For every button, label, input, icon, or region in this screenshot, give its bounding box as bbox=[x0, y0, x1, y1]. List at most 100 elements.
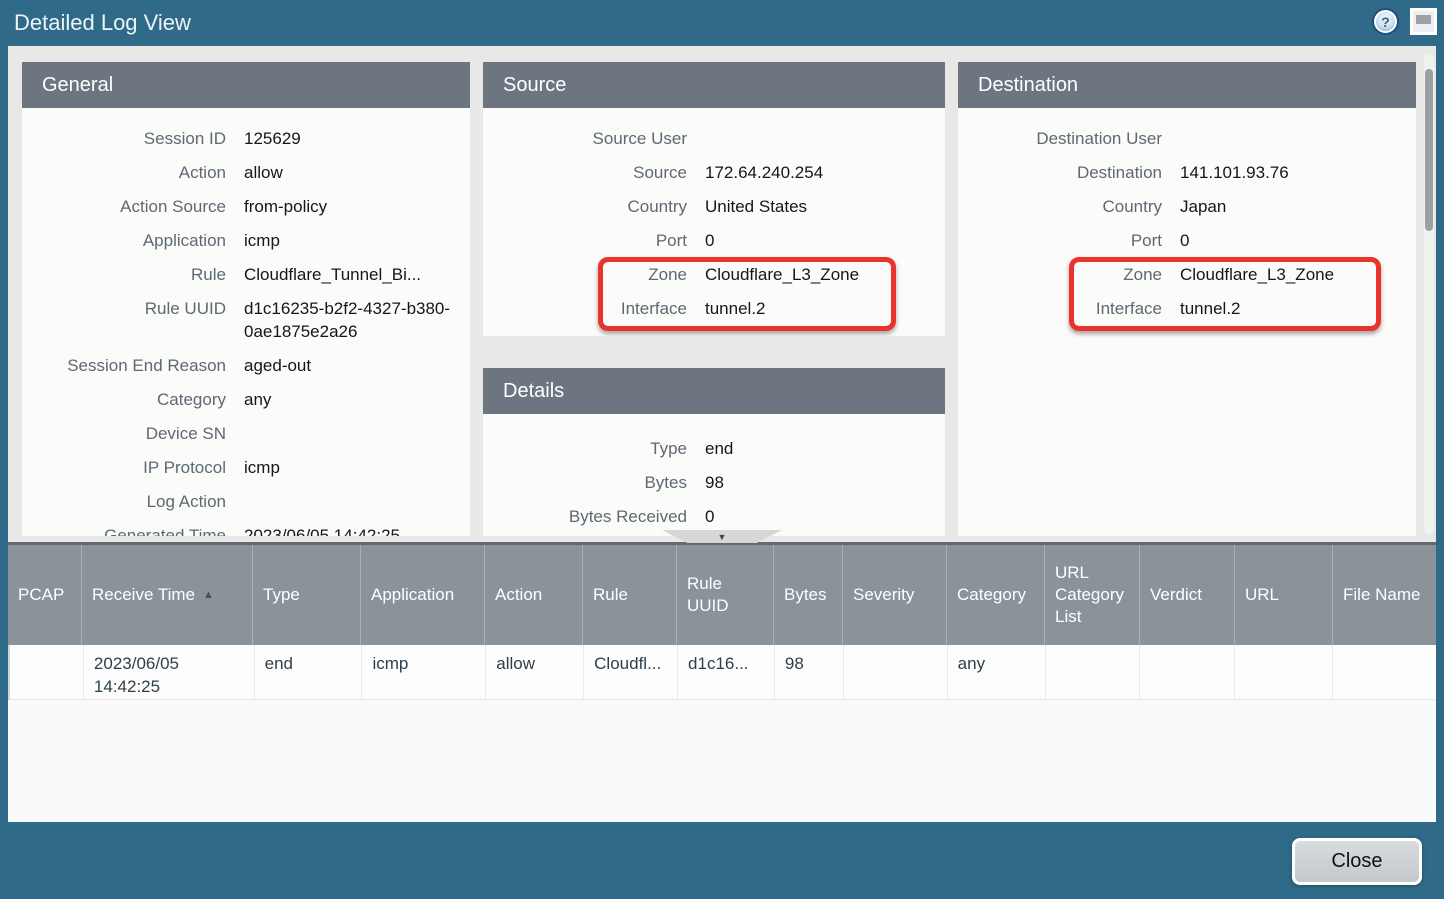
field-row: Country United States bbox=[483, 189, 945, 223]
panels-scrollbar-thumb[interactable] bbox=[1425, 69, 1433, 231]
column-header-type[interactable]: Type bbox=[252, 545, 360, 645]
cell-receive-time: 2023/06/05 14:42:25 bbox=[83, 645, 254, 699]
source-panel-body: Source User Source172.64.240.254 Country… bbox=[483, 108, 945, 325]
field-label: Country bbox=[483, 195, 687, 218]
field-value: Cloudflare_L3_Zone bbox=[1180, 263, 1416, 286]
field-value: Cloudflare_L3_Zone bbox=[705, 263, 945, 286]
sort-asc-icon: ▲ bbox=[203, 584, 214, 606]
column-header-file-name[interactable]: File Name bbox=[1332, 545, 1436, 645]
field-label: Interface bbox=[958, 297, 1162, 320]
field-row: Rule UUIDd1c16235-b2f2-4327-b380-0ae1875… bbox=[22, 291, 470, 348]
field-row: Session ID 125629 bbox=[22, 121, 470, 155]
column-header-action[interactable]: Action bbox=[484, 545, 582, 645]
field-value: 125629 bbox=[244, 127, 470, 150]
field-row: Port0 bbox=[958, 223, 1416, 257]
field-row: Log Action bbox=[22, 484, 470, 518]
column-header-pcap[interactable]: PCAP bbox=[8, 545, 81, 645]
column-header-rule[interactable]: Rule bbox=[582, 545, 676, 645]
column-header-verdict[interactable]: Verdict bbox=[1139, 545, 1234, 645]
field-label: Destination bbox=[958, 161, 1162, 184]
field-value: from-policy bbox=[244, 195, 470, 218]
field-value bbox=[705, 127, 945, 150]
cell-rule-uuid: d1c16... bbox=[677, 645, 774, 699]
field-label: Session End Reason bbox=[22, 354, 226, 377]
field-label: Country bbox=[958, 195, 1162, 218]
field-label: Rule bbox=[22, 263, 226, 286]
column-header-bytes[interactable]: Bytes bbox=[773, 545, 842, 645]
field-value: 0 bbox=[705, 229, 945, 252]
field-value bbox=[244, 422, 470, 445]
field-row: Bytes98 bbox=[483, 465, 945, 499]
field-value: icmp bbox=[244, 456, 470, 479]
field-value: 172.64.240.254 bbox=[705, 161, 945, 184]
field-row: Port 0 bbox=[483, 223, 945, 257]
cell-pcap bbox=[10, 645, 83, 699]
field-value: Cloudflare_Tunnel_Bi... bbox=[244, 263, 470, 286]
column-header-receive-time[interactable]: Receive Time▲ bbox=[81, 545, 252, 645]
field-row: Categoryany bbox=[22, 382, 470, 416]
field-row: Destination User bbox=[958, 121, 1416, 155]
field-label: Device SN bbox=[22, 422, 226, 445]
field-label: Session ID bbox=[22, 127, 226, 150]
general-panel: General Session ID125629 Actionallow Act… bbox=[22, 62, 470, 536]
field-label: Port bbox=[483, 229, 687, 252]
field-value: 0 bbox=[705, 505, 945, 528]
field-value: icmp bbox=[244, 229, 470, 252]
cell-rule: Cloudfl... bbox=[583, 645, 677, 699]
source-panel: Source Source User Source172.64.240.254 … bbox=[483, 62, 945, 336]
field-row: Source172.64.240.254 bbox=[483, 155, 945, 189]
panels-scrollbar[interactable] bbox=[1424, 54, 1434, 534]
field-row: Session End Reasonaged-out bbox=[22, 348, 470, 382]
field-label: Zone bbox=[483, 263, 687, 286]
cell-file-name bbox=[1332, 645, 1436, 699]
column-header-url[interactable]: URL bbox=[1234, 545, 1332, 645]
destination-panel-body: Destination User Destination 141.101.93.7… bbox=[958, 108, 1416, 325]
field-value: United States bbox=[705, 195, 945, 218]
cell-url bbox=[1234, 645, 1332, 699]
field-value: tunnel.2 bbox=[1180, 297, 1416, 320]
log-table: PCAP Receive Time▲ Type Application Acti… bbox=[8, 542, 1436, 822]
field-value: 141.101.93.76 bbox=[1180, 161, 1416, 184]
log-table-header: PCAP Receive Time▲ Type Application Acti… bbox=[8, 545, 1436, 645]
field-value: allow bbox=[244, 161, 470, 184]
chevron-down-icon: ▼ bbox=[718, 532, 727, 542]
log-table-row[interactable]: 2023/06/05 14:42:25 end icmp allow Cloud… bbox=[10, 645, 1436, 700]
field-label: Bytes Received bbox=[483, 505, 687, 528]
details-panel-body: Typeend Bytes98 Bytes Received 0 bbox=[483, 414, 945, 533]
column-header-severity[interactable]: Severity bbox=[842, 545, 946, 645]
field-row: Action Sourcefrom-policy bbox=[22, 189, 470, 223]
dialog-title: Detailed Log View bbox=[14, 0, 191, 46]
field-label: Category bbox=[22, 388, 226, 411]
field-label: Source User bbox=[483, 127, 687, 150]
field-value: tunnel.2 bbox=[705, 297, 945, 320]
cell-verdict bbox=[1139, 645, 1234, 699]
column-header-application[interactable]: Application bbox=[360, 545, 484, 645]
help-icon[interactable]: ? bbox=[1372, 8, 1399, 35]
help-icon-glyph: ? bbox=[1374, 10, 1397, 33]
column-header-rule-uuid[interactable]: Rule UUID bbox=[676, 545, 773, 645]
field-value: Japan bbox=[1180, 195, 1416, 218]
window-restore-icon[interactable] bbox=[1410, 8, 1437, 35]
field-row: Zone Cloudflare_L3_Zone bbox=[958, 257, 1416, 291]
field-row: Zone Cloudflare_L3_Zone bbox=[483, 257, 945, 291]
close-button[interactable]: Close bbox=[1292, 838, 1422, 885]
cell-application: icmp bbox=[361, 645, 485, 699]
field-label: Type bbox=[483, 437, 687, 460]
detail-panels-area: General Session ID125629 Actionallow Act… bbox=[8, 46, 1436, 542]
field-label: Bytes bbox=[483, 471, 687, 494]
general-panel-title: General bbox=[22, 62, 470, 108]
cell-type: end bbox=[254, 645, 362, 699]
field-row: Rule Cloudflare_Tunnel_Bi... bbox=[22, 257, 470, 291]
destination-panel: Destination Destination User Destination… bbox=[958, 62, 1416, 536]
field-row: Bytes Received 0 bbox=[483, 499, 945, 533]
column-header-category[interactable]: Category bbox=[946, 545, 1044, 645]
column-header-url-category-list[interactable]: URL Category List bbox=[1044, 545, 1139, 645]
field-value: end bbox=[705, 437, 945, 460]
field-label: Destination User bbox=[958, 127, 1162, 150]
field-label: Zone bbox=[958, 263, 1162, 286]
field-value: 2023/06/05 14:42:25 bbox=[244, 524, 470, 536]
details-panel-title: Details bbox=[483, 368, 945, 414]
general-panel-body: Session ID125629 Actionallow Action Sour… bbox=[22, 108, 470, 536]
cell-severity bbox=[843, 645, 947, 699]
field-row: Source User bbox=[483, 121, 945, 155]
